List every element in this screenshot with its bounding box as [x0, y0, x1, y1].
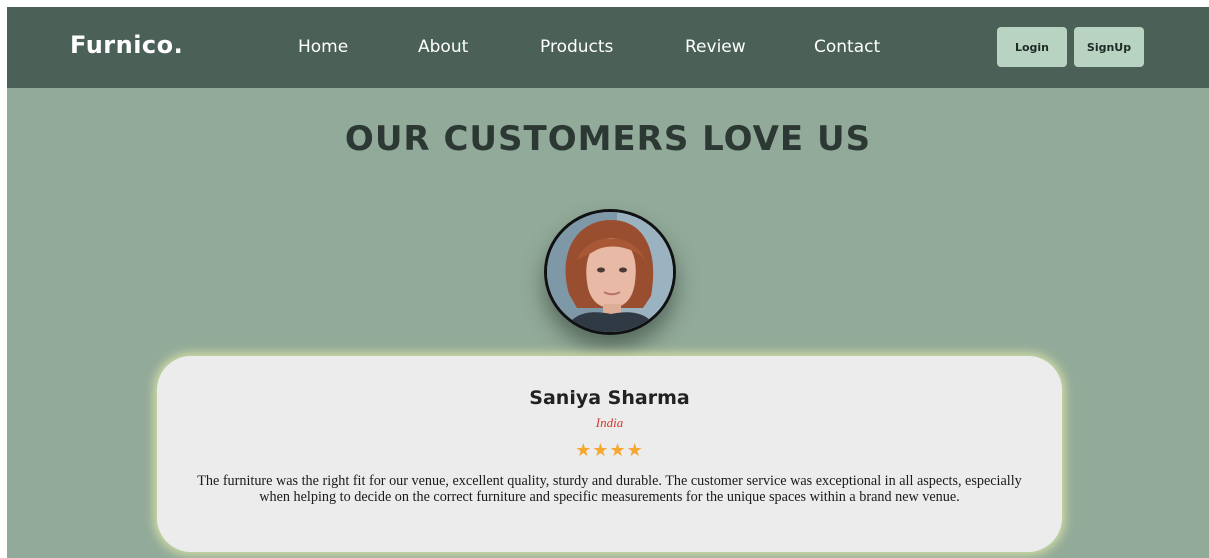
nav-link-contact[interactable]: Contact: [814, 37, 880, 57]
review-text: The furniture was the right fit for our …: [197, 473, 1022, 505]
nav-link-review[interactable]: Review: [685, 37, 746, 57]
navbar: Furnico. Home About Products Review Cont…: [7, 7, 1209, 88]
brand-logo[interactable]: Furnico.: [70, 31, 183, 59]
customer-photo-icon: [547, 212, 673, 332]
signup-button[interactable]: SignUp: [1074, 27, 1144, 67]
section-heading: OUR CUSTOMERS LOVE US: [344, 119, 872, 159]
nav-link-home[interactable]: Home: [298, 37, 348, 57]
star-rating-icon: ★★★★: [575, 440, 644, 461]
customer-avatar: [544, 209, 676, 335]
customer-country: India: [595, 415, 624, 430]
page: Furnico. Home About Products Review Cont…: [7, 7, 1209, 558]
login-button[interactable]: Login: [997, 27, 1067, 67]
nav-link-products[interactable]: Products: [540, 37, 613, 57]
nav-link-about[interactable]: About: [418, 37, 468, 57]
testimonial-card: Saniya Sharma India ★★★★ The furniture w…: [157, 356, 1062, 552]
customer-name: Saniya Sharma: [529, 387, 690, 409]
